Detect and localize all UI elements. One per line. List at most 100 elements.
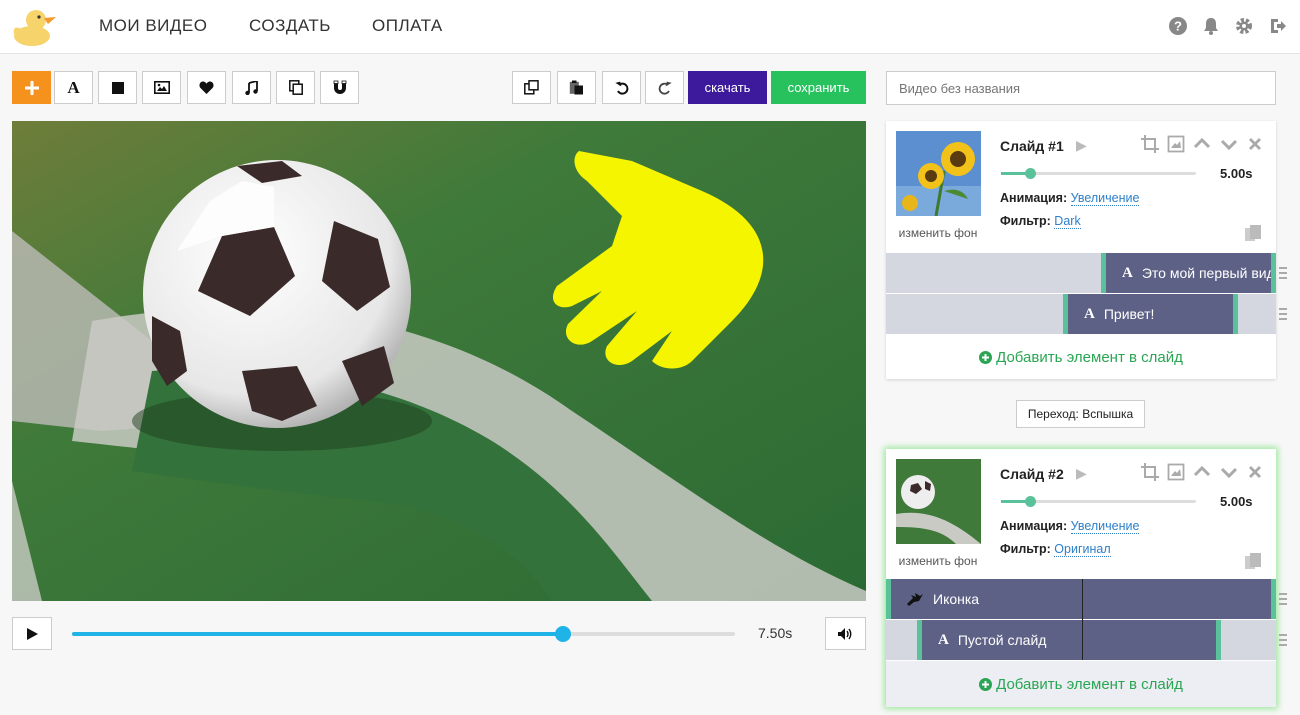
magnet-icon — [333, 80, 346, 94]
plus-icon — [24, 80, 39, 95]
filter-link[interactable]: Оригинал — [1054, 542, 1111, 557]
nav-payment[interactable]: ОПЛАТА — [372, 16, 443, 36]
element-label: Привет! — [1103, 306, 1155, 322]
drag-handle-icon[interactable] — [1279, 307, 1287, 321]
add-button[interactable] — [12, 71, 51, 104]
drag-handle-icon[interactable] — [1279, 266, 1287, 280]
add-image-button[interactable] — [142, 71, 181, 104]
slide-card-1[interactable]: изменить фон Слайд #1 ▶ 5.00s Анимация: … — [886, 121, 1287, 380]
sunflower-thumbnail — [896, 131, 981, 216]
add-element-label: Добавить элемент в слайд — [996, 675, 1183, 693]
animation-link[interactable]: Увеличение — [1070, 191, 1140, 206]
element-label: Иконка — [933, 591, 980, 607]
duration-knob[interactable] — [1025, 168, 1037, 179]
element-track: A Привет! — [886, 294, 1276, 334]
logout-icon[interactable] — [1268, 16, 1288, 36]
text-element-clip[interactable]: A Это мой первый видеоролик — [1101, 253, 1276, 293]
clip-end-handle[interactable] — [1233, 294, 1238, 334]
animation-row: Анимация: Увеличение — [1000, 191, 1140, 206]
add-icon-button[interactable] — [187, 71, 226, 104]
undo-button[interactable] — [602, 71, 641, 104]
move-down-icon[interactable] — [1220, 463, 1238, 481]
animation-label: Анимация: — [1000, 191, 1068, 205]
move-down-icon[interactable] — [1220, 135, 1238, 153]
paste-button[interactable] — [557, 71, 596, 104]
heart-icon — [199, 81, 214, 94]
slide-thumbnail[interactable] — [896, 459, 981, 544]
delete-slide-icon[interactable] — [1246, 135, 1264, 153]
background-icon[interactable] — [1167, 463, 1185, 481]
drag-handle-icon[interactable] — [1279, 633, 1287, 647]
slide-title: Слайд #1 — [1000, 138, 1064, 154]
text-icon: A — [938, 631, 949, 648]
undo-icon — [614, 81, 628, 95]
text-element-clip[interactable]: A Пустой слайд — [917, 620, 1221, 660]
help-icon[interactable]: ? — [1168, 16, 1188, 36]
download-button[interactable]: скачать — [688, 71, 767, 104]
volume-button[interactable] — [825, 617, 866, 650]
current-time: 7.50s — [758, 625, 793, 641]
duration-slider[interactable] — [1001, 496, 1196, 507]
timeline-knob[interactable] — [554, 626, 571, 642]
gear-icon[interactable] — [1234, 16, 1254, 36]
animation-link[interactable]: Увеличение — [1070, 519, 1140, 534]
music-icon — [245, 80, 258, 95]
slide-title: Слайд #2 — [1000, 466, 1064, 482]
nav-create[interactable]: СОЗДАТЬ — [249, 16, 331, 36]
filter-row: Фильтр: Dark — [1000, 214, 1081, 229]
element-track: Иконка — [886, 579, 1276, 619]
duration-value: 5.00s — [1220, 166, 1253, 181]
play-button[interactable] — [12, 617, 52, 650]
add-element-button[interactable]: Добавить элемент в слайд — [886, 334, 1276, 380]
filter-link[interactable]: Dark — [1054, 214, 1081, 229]
add-text-button[interactable]: A — [54, 71, 93, 104]
icon-element-clip[interactable]: Иконка — [886, 579, 1276, 619]
clip-end-handle[interactable] — [1271, 253, 1276, 293]
text-icon: A — [1084, 305, 1095, 322]
plus-circle-icon — [979, 677, 993, 691]
element-track: A Это мой первый видеоролик — [886, 253, 1276, 293]
slide-card-2[interactable]: изменить фон Слайд #2 ▶ 5.00s Анимация: … — [886, 449, 1287, 707]
duration-value: 5.00s — [1220, 494, 1253, 509]
filter-label: Фильтр: — [1000, 542, 1051, 556]
add-shape-button[interactable] — [98, 71, 137, 104]
crop-icon[interactable] — [1141, 463, 1159, 481]
transition-button[interactable]: Переход: Вспышка — [1016, 400, 1145, 428]
nav-my-videos[interactable]: МОИ ВИДЕО — [99, 16, 207, 36]
move-up-icon[interactable] — [1193, 463, 1211, 481]
change-background-link[interactable]: изменить фон — [890, 226, 986, 240]
add-element-button[interactable]: Добавить элемент в слайд — [886, 661, 1276, 707]
copy-slide-icon[interactable] — [1244, 553, 1262, 571]
delete-slide-icon[interactable] — [1246, 463, 1264, 481]
move-up-icon[interactable] — [1193, 135, 1211, 153]
clip-end-handle[interactable] — [1271, 579, 1276, 619]
drag-handle-icon[interactable] — [1279, 592, 1287, 606]
duration-knob[interactable] — [1025, 496, 1037, 507]
save-button[interactable]: сохранить — [771, 71, 866, 104]
element-label: Это мой первый видеоролик — [1141, 265, 1276, 281]
background-icon[interactable] — [1167, 135, 1185, 153]
duplicate-button[interactable] — [512, 71, 551, 104]
playback-timeline[interactable] — [72, 626, 735, 642]
playhead-marker — [1082, 579, 1083, 660]
add-audio-button[interactable] — [232, 71, 271, 104]
clip-end-handle[interactable] — [1216, 620, 1221, 660]
slide-play-icon[interactable]: ▶ — [1076, 465, 1087, 482]
text-element-clip[interactable]: A Привет! — [1063, 294, 1238, 334]
redo-button[interactable] — [645, 71, 684, 104]
bell-icon[interactable] — [1201, 16, 1221, 36]
copy-slide-icon[interactable] — [1244, 225, 1262, 243]
change-background-link[interactable]: изменить фон — [890, 554, 986, 568]
duplicate-icon — [524, 80, 539, 95]
element-track: A Пустой слайд — [886, 620, 1276, 660]
duration-slider[interactable] — [1001, 168, 1196, 179]
slide-play-icon[interactable]: ▶ — [1076, 137, 1087, 154]
video-preview-canvas[interactable] — [12, 121, 866, 601]
duck-logo-icon[interactable] — [10, 4, 60, 48]
crop-icon[interactable] — [1141, 135, 1159, 153]
video-title-input[interactable] — [886, 71, 1276, 105]
slide-thumbnail[interactable] — [896, 131, 981, 216]
svg-text:?: ? — [1174, 19, 1182, 34]
copy-button[interactable] — [276, 71, 315, 104]
magnet-button[interactable] — [320, 71, 359, 104]
